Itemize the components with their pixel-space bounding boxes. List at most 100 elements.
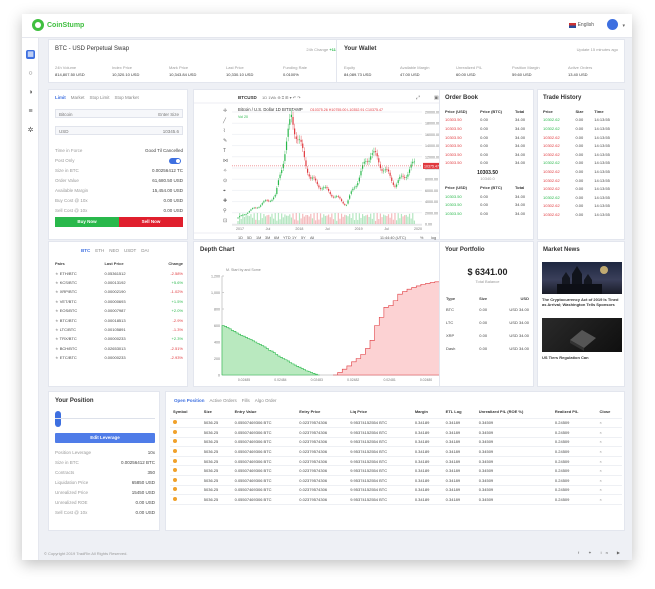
- position-row[interactable]: 5036.25 0.05507469306 BTC 0.02379574306 9.9…: [170, 418, 622, 429]
- range-button[interactable]: All: [310, 236, 314, 240]
- order-tab[interactable]: Market: [71, 95, 85, 100]
- language-selector[interactable]: English: [568, 22, 594, 28]
- position-tab[interactable]: Active Orders: [210, 398, 237, 403]
- position-row[interactable]: 5036.25 0.05507469306 BTC 0.02379574306 9.9…: [170, 456, 622, 467]
- market-row[interactable]: ★ ETH/BTC 0.05361512 -2.58%: [53, 268, 185, 277]
- market-row[interactable]: ★ ETC/BTC 0.00000233 -2.93%: [53, 353, 185, 362]
- range-button[interactable]: 1D: [238, 236, 243, 240]
- market-tab[interactable]: USDT: [124, 248, 136, 253]
- range-button[interactable]: 5D: [247, 236, 252, 240]
- drawing-tool-icon[interactable]: ✚: [223, 198, 227, 204]
- news-sub[interactable]: US Tiers Regulation Can: [542, 355, 622, 360]
- drawing-tool-icon[interactable]: ✛: [223, 108, 227, 114]
- range-button[interactable]: 1Y: [292, 236, 297, 240]
- close-icon[interactable]: ×: [596, 494, 622, 505]
- range-button[interactable]: YTD: [283, 236, 291, 240]
- close-icon[interactable]: ×: [596, 437, 622, 448]
- news-image-2[interactable]: [542, 318, 622, 352]
- price-input[interactable]: Bitcoin Enter Size: [55, 109, 183, 118]
- drawing-tool-icon[interactable]: ✎: [223, 138, 227, 144]
- market-row[interactable]: ★ EOS/BTC 0.00007987 +2.0%: [53, 306, 185, 315]
- market-row[interactable]: ★ KCS/BTC 0.00013192 +5.6%: [53, 278, 185, 287]
- close-icon[interactable]: ×: [596, 418, 622, 429]
- drawing-tool-icon[interactable]: ✧: [223, 168, 227, 174]
- market-row[interactable]: ★ BCH/BTC 0.02653013 -2.51%: [53, 344, 185, 353]
- post-only-toggle[interactable]: [169, 158, 181, 164]
- range-button[interactable]: 1M: [256, 236, 261, 240]
- fullscreen-icon[interactable]: ⤢: [416, 95, 420, 101]
- order-tab[interactable]: Limit: [55, 95, 66, 100]
- market-row[interactable]: ★ XRP/BTC 0.00002190 -1.02%: [53, 287, 185, 296]
- leverage-slider-handle[interactable]: [55, 411, 61, 427]
- position-row[interactable]: 5036.25 0.05507469306 BTC 0.02379574306 9.9…: [170, 475, 622, 486]
- chevron-down-icon[interactable]: ▾: [622, 23, 625, 29]
- market-row[interactable]: ★ LTC/BTC 0.00105891 -1.3%: [53, 325, 185, 334]
- market-tab[interactable]: NEO: [109, 248, 119, 253]
- position-row[interactable]: 5036.25 0.05507469306 BTC 0.02379574306 9.9…: [170, 437, 622, 448]
- ask-row[interactable]: 10303.50 0.00 34.00: [443, 133, 532, 142]
- dashboard-icon[interactable]: ▦: [26, 50, 35, 59]
- drawing-tool-icon[interactable]: ⊡: [223, 218, 227, 224]
- avatar[interactable]: [607, 19, 618, 30]
- bid-row[interactable]: 10303.50 0.00 34.00: [443, 200, 532, 209]
- position-row[interactable]: 5036.25 0.05507469306 BTC 0.02379574306 9.9…: [170, 446, 622, 457]
- symbol-label[interactable]: BTCUSD: [238, 95, 257, 100]
- range-button[interactable]: 6M: [274, 236, 279, 240]
- chat-icon[interactable]: ○: [26, 69, 35, 78]
- order-row-value[interactable]: Good Til Cancelled: [145, 148, 183, 153]
- drawing-tool-icon[interactable]: ⊙: [223, 178, 227, 184]
- bid-row[interactable]: 10303.50 0.00 34.00: [443, 192, 532, 201]
- drawing-tool-icon[interactable]: T: [223, 148, 226, 154]
- news-headline[interactable]: The Cryptocurrency Act of 2019 Is Tined …: [542, 297, 622, 307]
- close-icon[interactable]: ×: [596, 446, 622, 457]
- market-tab[interactable]: BTC: [81, 248, 90, 253]
- position-tab[interactable]: Fills: [242, 398, 250, 403]
- position-tab[interactable]: Open Position: [174, 398, 205, 403]
- usd-input[interactable]: USD 10345.6: [55, 126, 183, 135]
- close-icon[interactable]: ×: [596, 485, 622, 496]
- scale-toggle[interactable]: %: [420, 236, 424, 240]
- edit-leverage-button[interactable]: Edit Leverage: [55, 433, 155, 443]
- market-row[interactable]: ★ TRX/BTC 0.00000233 +2.3%: [53, 334, 185, 343]
- range-button[interactable]: 3M: [265, 236, 270, 240]
- drawing-tool-icon[interactable]: ⌇: [223, 128, 225, 134]
- logo[interactable]: CoinStump: [32, 19, 84, 31]
- ask-row[interactable]: 10303.50 0.00 34.00: [443, 124, 532, 133]
- toolbar-tools[interactable]: 1D 1Wk ⊕ ⌗ ⊞ ▾ ↶ ↷: [262, 95, 301, 100]
- buy-now-button[interactable]: Buy Now: [55, 217, 119, 227]
- price-chart[interactable]: BTCUSD 1D 1Wk ⊕ ⌗ ⊞ ▾ ↶ ↷ ⤢ ▣✛╱⌇✎T⋈✧⊙⌖✚⚲⊡Bi…: [194, 90, 455, 241]
- position-row[interactable]: 5036.25 0.05507469306 BTC 0.02379574306 9.9…: [170, 427, 622, 438]
- pie-icon[interactable]: ◑: [26, 88, 35, 97]
- order-tab[interactable]: Stop Limit: [90, 95, 110, 100]
- sell-now-button[interactable]: Sell Now: [119, 217, 183, 227]
- scale-toggle[interactable]: log: [431, 236, 436, 240]
- position-row[interactable]: 5036.25 0.05507469306 BTC 0.02379574306 9.9…: [170, 465, 622, 477]
- close-icon[interactable]: ×: [596, 456, 622, 467]
- range-button[interactable]: 5Y: [301, 236, 306, 240]
- close-icon[interactable]: ×: [596, 465, 622, 477]
- market-tab[interactable]: DAI: [141, 248, 149, 253]
- ask-row[interactable]: 10303.50 0.00 34.00: [443, 116, 532, 125]
- social-icons[interactable]: f ✦ in ▶: [578, 550, 624, 555]
- position-tab[interactable]: Algo Order: [255, 398, 277, 403]
- ask-row[interactable]: 10303.50 0.00 34.00: [443, 150, 532, 159]
- market-tab[interactable]: ETH: [95, 248, 104, 253]
- leverage-slider-track[interactable]: [55, 418, 155, 419]
- market-row[interactable]: ★ BTC/BTC 0.00018513 -2.9%: [53, 315, 185, 324]
- drawing-tool-icon[interactable]: ╱: [222, 117, 227, 124]
- position-row[interactable]: 5036.25 0.05507469306 BTC 0.02379574306 9.9…: [170, 485, 622, 496]
- ask-row[interactable]: 10303.50 0.00 34.00: [443, 141, 532, 150]
- gear-icon[interactable]: ✲: [26, 126, 35, 135]
- news-image[interactable]: [542, 262, 622, 294]
- ask-row[interactable]: 10303.50 0.00 34.00: [443, 159, 532, 168]
- close-icon[interactable]: ×: [596, 427, 622, 438]
- drawing-tool-icon[interactable]: ⚲: [223, 208, 227, 214]
- market-row[interactable]: ★ VET/BTC 0.00000693 +1.5%: [53, 297, 185, 306]
- bid-row[interactable]: 10303.50 0.00 34.00: [443, 209, 532, 218]
- drawing-tool-icon[interactable]: ⌖: [223, 188, 226, 194]
- drawing-tool-icon[interactable]: ⋈: [223, 158, 228, 164]
- order-tab[interactable]: Stop Market: [115, 95, 139, 100]
- database-icon[interactable]: ≡: [26, 107, 35, 116]
- close-icon[interactable]: ×: [596, 475, 622, 486]
- position-row[interactable]: 5036.25 0.05507469306 BTC 0.02379574306 9.9…: [170, 494, 622, 505]
